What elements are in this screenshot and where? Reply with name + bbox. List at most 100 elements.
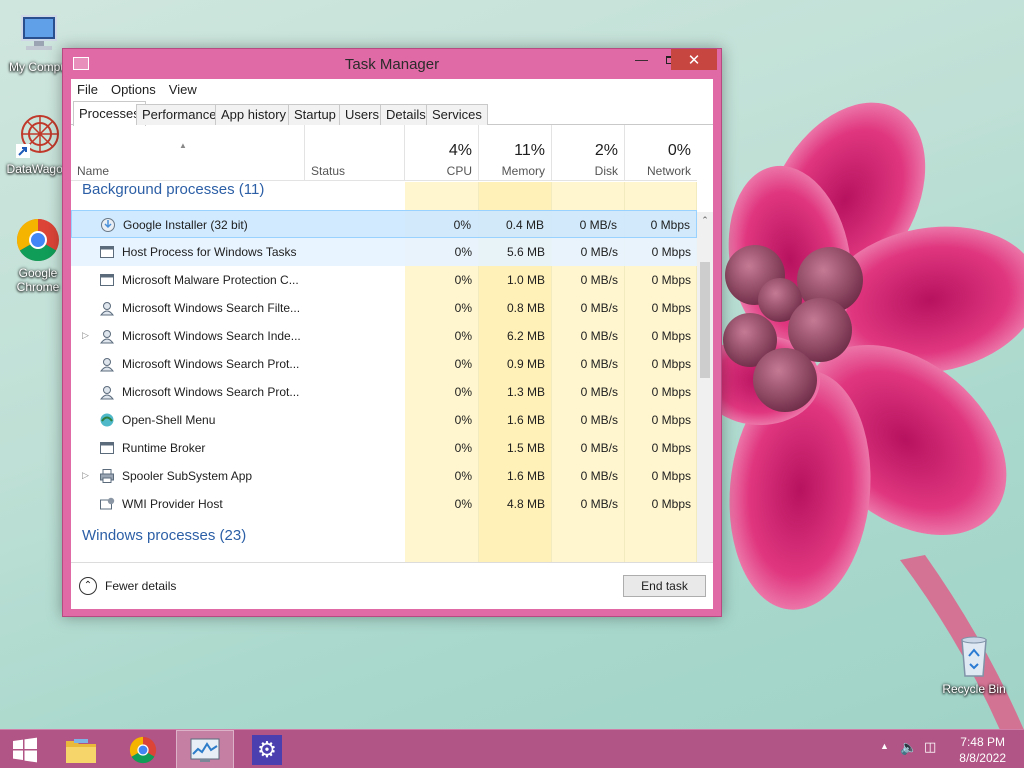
taskbar-settings[interactable]: ⚙ [238,730,296,768]
column-disk[interactable]: 2% Disk [552,125,625,181]
process-network: 0 Mbps [651,329,691,343]
task-manager-icon [190,738,220,762]
expand-arrow-icon[interactable]: ▷ [82,470,89,481]
chevron-up-icon: ⌃ [79,577,97,595]
process-memory: 5.6 MB [506,245,545,259]
network-total: 0% [667,142,691,159]
show-hidden-icons-icon[interactable]: ▲ [880,741,889,751]
process-memory: 0.8 MB [506,301,545,315]
end-task-button[interactable]: End task [623,575,706,597]
sort-ascending-icon: ▲ [179,141,187,150]
column-memory[interactable]: 11% Memory [479,125,552,181]
process-cpu: 0% [454,329,472,343]
network-icon[interactable]: ◫ [924,739,936,755]
file-explorer-icon [66,738,96,763]
process-name: Spooler SubSystem App [122,469,253,483]
search-user-icon [99,384,115,400]
process-cpu: 0% [454,441,472,455]
cpu-total: 4% [448,142,472,159]
process-row[interactable]: Runtime Broker 0% 1.5 MB 0 MB/s 0 Mbps [71,434,697,462]
process-row[interactable]: Microsoft Windows Search Prot... 0% 0.9 MB… [71,350,697,378]
process-memory: 0.4 MB [505,218,544,232]
column-header-row: ▲ Name Status 4% CPU 11% Memory 2% Disk … [71,125,697,181]
process-row[interactable]: ▷ Spooler SubSystem App 0% 1.6 MB 0 MB/s 0 Mb… [71,462,697,490]
tab-bar: Processes Performance App history Startu… [71,101,713,126]
taskbar-chrome[interactable] [114,730,172,768]
menu-bar: File Options View [71,79,713,99]
group-header-windows[interactable]: Windows processes (23) [82,527,246,544]
process-network: 0 Mbps [651,357,691,371]
datawagon-shortcut-icon [14,112,62,160]
tab-processes[interactable]: Processes [73,101,146,126]
search-user-icon [99,300,115,316]
process-network: 0 Mbps [651,245,691,259]
process-row[interactable]: WMI Provider Host 0% 4.8 MB 0 MB/s 0 Mbps [71,490,697,518]
clock[interactable]: 7:48 PM 8/8/2022 [959,734,1006,766]
process-row[interactable]: Google Installer (32 bit) 0% 0.4 MB 0 MB/s 0… [71,210,697,238]
window-app-icon [99,272,115,288]
tab-users[interactable]: Users [339,104,385,125]
scrollbar-thumb[interactable] [700,262,710,378]
search-user-icon [99,356,115,372]
shell-icon [99,412,115,428]
process-disk: 0 MB/s [580,497,618,511]
menu-file[interactable]: File [77,82,98,97]
process-disk: 0 MB/s [580,469,618,483]
tab-startup[interactable]: Startup [288,104,342,125]
process-memory: 4.8 MB [506,497,545,511]
process-disk: 0 MB/s [580,441,618,455]
scroll-up-icon[interactable]: ⌃ [697,212,713,228]
column-network[interactable]: 0% Network [625,125,697,181]
menu-view[interactable]: View [169,82,197,97]
volume-muted-icon[interactable]: 🔈 [900,739,917,756]
vertical-scrollbar[interactable]: ⌃ ⌄ [697,212,713,592]
window-title: Task Manager [344,56,440,73]
tab-app-history[interactable]: App history [215,104,293,125]
menu-options[interactable]: Options [111,82,156,97]
tab-performance[interactable]: Performance [136,104,223,125]
process-row[interactable]: Microsoft Windows Search Prot... 0% 1.3 MB… [71,378,697,406]
title-bar[interactable]: Task Manager — ✕ [63,49,721,79]
process-name: Microsoft Windows Search Prot... [122,385,300,399]
process-network: 0 Mbps [651,273,691,287]
window-app-icon [99,244,115,260]
process-row[interactable]: Host Process for Windows Tasks 0% 5.6 MB 0 … [71,238,697,266]
process-cpu: 0% [454,413,472,427]
process-memory: 1.6 MB [506,413,545,427]
column-cpu[interactable]: 4% CPU [405,125,479,181]
process-memory: 1.5 MB [506,441,545,455]
process-network: 0 Mbps [651,385,691,399]
process-name: Google Installer (32 bit) [123,218,248,232]
taskbar-file-explorer[interactable] [52,730,110,768]
process-list: Background processes (11) Google Install… [71,182,697,562]
column-status[interactable]: Status [305,125,405,181]
window-client-area: File Options View Processes Performance … [71,79,713,609]
process-cpu: 0% [454,385,472,399]
tab-details[interactable]: Details [380,104,432,125]
process-row[interactable]: Microsoft Malware Protection C... 0% 1.0 M… [71,266,697,294]
system-tray: ▲ 🔈 ◫ 7:48 PM 8/8/2022 [864,730,1024,768]
process-cpu: 0% [454,245,472,259]
process-memory: 1.3 MB [506,385,545,399]
process-name: WMI Provider Host [122,497,223,511]
minimize-button[interactable]: — [627,49,656,70]
start-button[interactable] [0,730,50,768]
start-icon [13,737,37,762]
process-row[interactable]: Microsoft Windows Search Filte... 0% 0.8 M… [71,294,697,322]
column-name[interactable]: ▲ Name [71,125,305,181]
process-disk: 0 MB/s [580,385,618,399]
process-disk: 0 MB/s [580,245,618,259]
desktop-icon-recycle-bin[interactable]: Recycle Bin [936,632,1012,696]
process-memory: 1.0 MB [506,273,545,287]
tab-services[interactable]: Services [426,104,488,125]
group-header-background[interactable]: Background processes (11) [82,182,264,198]
expand-arrow-icon[interactable]: ▷ [82,330,89,341]
fewer-details-button[interactable]: ⌃ Fewer details [79,577,176,595]
process-disk: 0 MB/s [580,413,618,427]
computer-icon [14,10,62,58]
process-row[interactable]: Open-Shell Menu 0% 1.6 MB 0 MB/s 0 Mbps [71,406,697,434]
process-row[interactable]: ▷ Microsoft Windows Search Inde... 0% 6.2 M… [71,322,697,350]
close-button[interactable]: ✕ [671,49,717,70]
process-name: Microsoft Windows Search Inde... [122,329,301,343]
taskbar-task-manager[interactable] [176,730,234,768]
